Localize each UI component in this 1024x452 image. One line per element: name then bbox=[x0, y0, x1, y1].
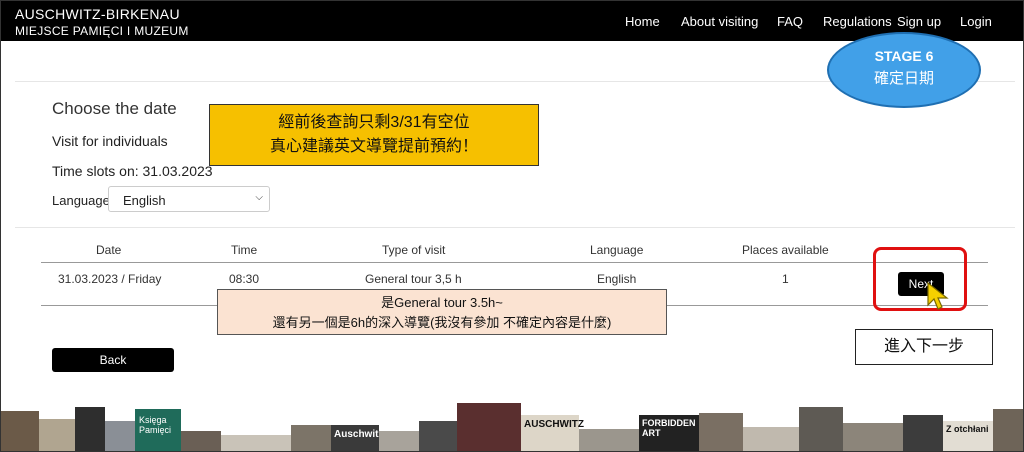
column-header-language: Language bbox=[590, 243, 644, 257]
book-cover bbox=[579, 429, 639, 451]
language-select-value: English bbox=[123, 193, 166, 208]
book-cover bbox=[105, 421, 135, 451]
stage-subtitle: 確定日期 bbox=[873, 70, 934, 87]
book-cover bbox=[843, 423, 903, 451]
divider bbox=[15, 227, 1015, 228]
book-cover bbox=[39, 419, 75, 451]
visit-type-label: Visit for individuals bbox=[52, 133, 168, 149]
column-header-type: Type of visit bbox=[382, 243, 446, 257]
table-cell-places: 1 bbox=[782, 272, 789, 286]
table-header-line bbox=[41, 262, 988, 263]
nav-regulations[interactable]: Regulations bbox=[823, 14, 892, 29]
book-cover bbox=[75, 407, 105, 451]
book-cover bbox=[993, 409, 1023, 451]
book-cover bbox=[379, 431, 419, 451]
logo-subtitle[interactable]: MIEJSCE PAMIĘCI I MUZEUM bbox=[15, 24, 189, 38]
screenshot-frame: AUSCHWITZ-BIRKENAU MIEJSCE PAMIĘCI I MUZ… bbox=[0, 0, 1024, 452]
annotation-peach-line-2: 還有另一個是6h的深入導覽(我沒有參加 不確定內容是什麼) bbox=[272, 315, 612, 330]
back-button[interactable]: Back bbox=[52, 348, 174, 372]
annotation-yellow-line-1: 經前後查詢只剩3/31有空位 bbox=[278, 114, 470, 131]
table-cell-date: 31.03.2023 / Friday bbox=[58, 272, 162, 286]
book-shelf-banner: Księga Pamięci Auschwitz AUSCHWITZ FORBI… bbox=[1, 401, 1023, 451]
nav-about-visiting[interactable]: About visiting bbox=[681, 14, 758, 29]
table-cell-language: English bbox=[597, 272, 637, 286]
annotation-yellow-note: 經前後查詢只剩3/31有空位 真心建議英文導覽提前預約！ bbox=[209, 104, 539, 166]
column-header-time: Time bbox=[231, 243, 258, 257]
book-cover bbox=[221, 435, 291, 451]
stage-title: STAGE 6 bbox=[874, 48, 934, 64]
language-label: Language: bbox=[52, 193, 114, 208]
annotation-peach-note: 是General tour 3.5h~ 還有另一個是6h的深入導覽(我沒有參加 … bbox=[217, 289, 667, 335]
book-cover-z-otchlani: Z otchłani bbox=[943, 421, 993, 451]
book-cover-auschwitz: Auschwitz bbox=[331, 425, 383, 451]
annotation-peach-line-1: 是General tour 3.5h~ bbox=[381, 295, 503, 310]
highlight-box bbox=[873, 247, 967, 311]
nav-login[interactable]: Login bbox=[960, 14, 992, 29]
language-select[interactable]: English ⌵ bbox=[108, 186, 270, 212]
stage-badge: STAGE 6 確定日期 bbox=[827, 32, 981, 108]
next-step-label: 進入下一步 bbox=[855, 329, 993, 365]
annotation-yellow-line-2: 真心建議英文導覽提前預約！ bbox=[269, 138, 478, 155]
book-cover bbox=[419, 421, 457, 451]
book-cover bbox=[1, 411, 39, 451]
book-cover bbox=[903, 415, 943, 451]
book-cover bbox=[181, 431, 221, 451]
book-cover bbox=[291, 425, 331, 451]
book-cover-forbidden-art: FORBIDDEN ART bbox=[639, 415, 699, 451]
book-cover bbox=[799, 407, 843, 451]
book-cover bbox=[457, 403, 521, 451]
book-cover bbox=[699, 413, 743, 451]
nav-faq[interactable]: FAQ bbox=[777, 14, 803, 29]
nav-sign-up[interactable]: Sign up bbox=[897, 14, 941, 29]
table-cell-time: 08:30 bbox=[229, 272, 260, 286]
book-cover bbox=[743, 427, 799, 451]
table-cell-type: General tour 3,5 h bbox=[365, 272, 462, 286]
time-slots-label: Time slots on: 31.03.2023 bbox=[52, 163, 213, 179]
page-title: Choose the date bbox=[52, 99, 177, 118]
book-cover-ksiega: Księga Pamięci bbox=[135, 409, 181, 451]
chevron-down-icon: ⌵ bbox=[255, 192, 263, 203]
pointer-cursor-icon bbox=[927, 281, 949, 310]
nav-home[interactable]: Home bbox=[625, 14, 660, 29]
book-cover-auschwitz-2: AUSCHWITZ bbox=[521, 415, 584, 451]
column-header-places: Places available bbox=[742, 243, 829, 257]
logo-title[interactable]: AUSCHWITZ-BIRKENAU bbox=[15, 6, 180, 22]
column-header-date: Date bbox=[96, 243, 122, 257]
